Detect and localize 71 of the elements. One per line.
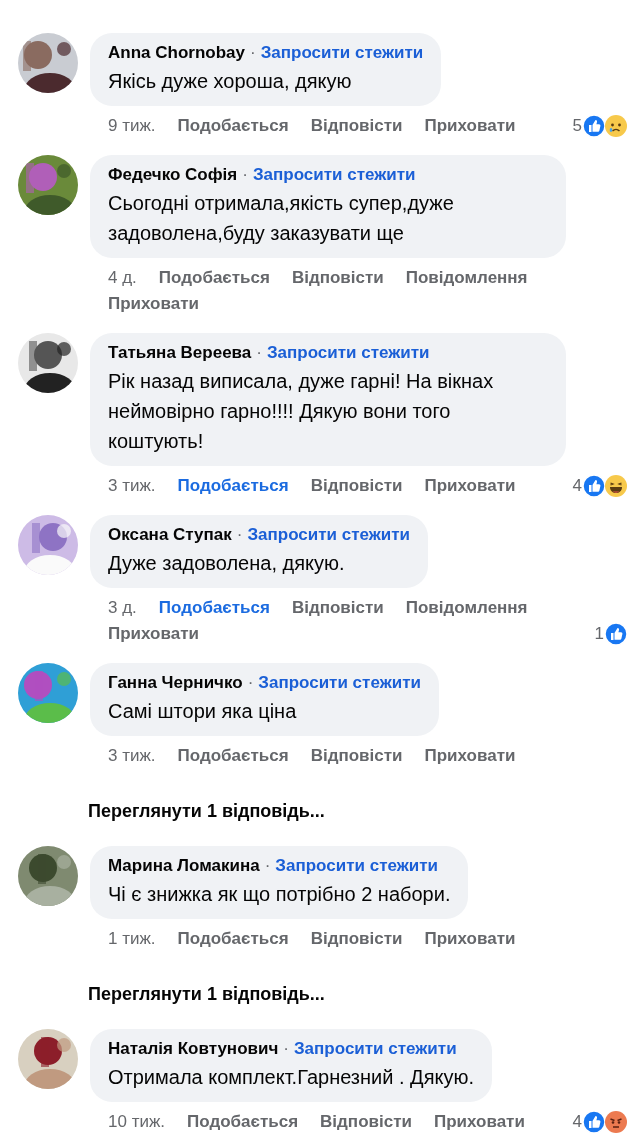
separator-dot: · xyxy=(236,525,243,544)
like-link[interactable]: Подобається xyxy=(177,474,289,498)
hide-link[interactable]: Приховати xyxy=(424,744,516,768)
hide-link[interactable]: Приховати xyxy=(433,1110,525,1134)
like-link[interactable]: Подобається xyxy=(187,1110,299,1134)
angry-emoji-icon xyxy=(604,1110,628,1134)
author-name[interactable]: Наталія Ковтунович xyxy=(108,1039,279,1058)
comment-text: Рік назад виписала, дуже гарні! На вікнах неймовірно гарно!!!! Дякую вони того коштують! xyxy=(108,369,495,454)
like-link[interactable]: Подобається xyxy=(177,114,289,138)
comment-time: 3 д. xyxy=(108,597,137,619)
reply-link[interactable]: Відповісти xyxy=(320,1110,412,1134)
like-icon xyxy=(582,474,606,498)
laughing-emoji-icon xyxy=(604,474,628,498)
author-name[interactable]: Anna Chornobay xyxy=(108,43,245,62)
follow-link[interactable]: Запросити стежити xyxy=(258,673,421,692)
reaction-count: 4 xyxy=(572,1111,582,1133)
view-replies-link[interactable]: Переглянути 1 відповідь... xyxy=(0,785,642,832)
hide-link[interactable]: Приховати xyxy=(108,292,199,316)
like-icon xyxy=(582,1110,606,1134)
reaction-count: 4 xyxy=(572,475,582,497)
reply-link[interactable]: Відповісти xyxy=(291,596,384,620)
reply-link[interactable]: Відповісти xyxy=(310,744,403,768)
author-name[interactable]: Татьяна Вереева xyxy=(108,343,252,362)
comment-text: Дуже задоволена, дякую. xyxy=(108,551,346,576)
message-link[interactable]: Повідомлення xyxy=(405,266,528,290)
comment-time: 1 тиж. xyxy=(108,928,156,950)
hide-link[interactable]: Приховати xyxy=(424,474,516,498)
like-icon xyxy=(582,114,606,138)
follow-link[interactable]: Запросити стежити xyxy=(252,165,416,184)
like-icon xyxy=(604,622,628,646)
comment-time: 9 тиж. xyxy=(108,115,156,137)
reply-link[interactable]: Відповісти xyxy=(310,927,403,951)
like-link[interactable]: Подобається xyxy=(177,744,289,768)
separator-dot: · xyxy=(283,1039,289,1058)
separator-dot: · xyxy=(249,43,256,62)
sad-emoji-icon xyxy=(604,114,628,138)
follow-link[interactable]: Запросити стежити xyxy=(266,343,430,362)
reply-link[interactable]: Відповісти xyxy=(310,474,403,498)
comment-text: Сьогодні отримала,якість супер,дуже задоволена,буду заказувати ще xyxy=(108,191,455,246)
separator-dot: · xyxy=(256,343,262,362)
comment-text: Якісь дуже хороша, дякую xyxy=(108,69,353,94)
comment-text: Отримала комплект.Гарнезний . Дякую. xyxy=(108,1065,474,1090)
view-replies-link[interactable]: Переглянути 1 відповідь... xyxy=(0,968,642,1015)
hide-link[interactable]: Приховати xyxy=(108,622,199,646)
hide-link[interactable]: Приховати xyxy=(424,927,516,951)
follow-link[interactable]: Запросити стежити xyxy=(260,43,424,62)
separator-dot: · xyxy=(242,165,248,184)
follow-link[interactable]: Запросити стежити xyxy=(275,856,438,875)
reply-link[interactable]: Відповісти xyxy=(291,266,384,290)
author-name[interactable]: Марина Ломакина xyxy=(108,856,260,875)
comment-time: 3 тиж. xyxy=(108,745,156,767)
comment-text: Самі штори яка ціна xyxy=(108,699,298,724)
follow-link[interactable]: Запросити стежити xyxy=(247,525,411,544)
comment-time: 3 тиж. xyxy=(108,475,156,497)
separator-dot: · xyxy=(247,673,254,692)
separator-dot: · xyxy=(264,856,271,875)
reaction-count: 5 xyxy=(572,115,582,137)
reaction-count: 1 xyxy=(594,623,604,645)
comment-time: 10 тиж. xyxy=(108,1111,165,1133)
author-name[interactable]: Оксана Ступак xyxy=(108,525,232,544)
author-name[interactable]: Федечко Софія xyxy=(108,165,238,184)
like-link[interactable]: Подобається xyxy=(177,927,289,951)
hide-link[interactable]: Приховати xyxy=(424,114,516,138)
like-link[interactable]: Подобається xyxy=(158,266,270,290)
author-name[interactable]: Ганна Черничко xyxy=(108,673,243,692)
reply-link[interactable]: Відповісти xyxy=(310,114,403,138)
comment-time: 4 д. xyxy=(108,267,137,289)
message-link[interactable]: Повідомлення xyxy=(405,596,528,620)
like-link[interactable]: Подобається xyxy=(158,596,270,620)
comment-text: Чі є знижка як що потрібно 2 набори. xyxy=(108,882,451,907)
follow-link[interactable]: Запросити стежити xyxy=(293,1039,457,1058)
